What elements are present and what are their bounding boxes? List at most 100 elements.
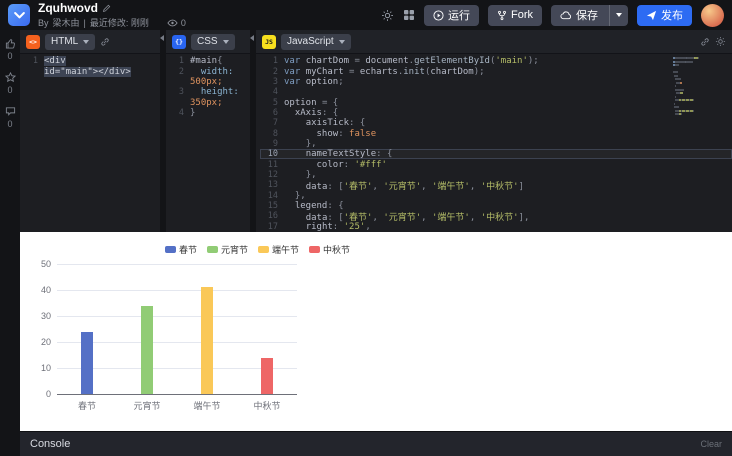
cloud-save-icon bbox=[560, 10, 571, 19]
save-button[interactable]: 保存 bbox=[551, 5, 605, 26]
code-line[interactable]: 7 axisTick: { bbox=[260, 118, 732, 128]
code-line[interactable]: 500px; bbox=[170, 77, 250, 87]
preview-pane: 春节 元宵节 端午节 中秋节 0 10 20 30 40 50 春节 元宵节 端午节 中秋节 bbox=[20, 232, 732, 431]
code-line[interactable]: 1 <div bbox=[24, 56, 160, 67]
byline-by: By bbox=[38, 17, 49, 28]
legend-label: 春节 bbox=[179, 245, 198, 255]
css-code-editor[interactable]: 1 #main{2 width: 500px; 3 height: 350px; 4} bbox=[166, 54, 250, 232]
js-link-icon[interactable] bbox=[700, 37, 710, 47]
line-number: 9 bbox=[272, 138, 278, 149]
html-panel-label: HTML bbox=[51, 36, 79, 47]
publish-label: 发布 bbox=[661, 10, 683, 22]
comment-icon bbox=[5, 107, 15, 116]
line-number: 7 bbox=[272, 118, 278, 129]
collapse-left-icon[interactable] bbox=[250, 35, 254, 41]
code-line[interactable]: 13 data: ['春节', '元宵节', '端午节', '中秋节'] bbox=[260, 180, 732, 192]
line-number: 1 bbox=[32, 56, 38, 67]
js-panel: JS JavaScript 1 var chartDom = document.… bbox=[256, 30, 732, 232]
js-icon: JS bbox=[262, 34, 276, 49]
line-number: 2 bbox=[272, 66, 278, 77]
code-line[interactable]: 350px; bbox=[170, 97, 250, 108]
user-avatar[interactable] bbox=[701, 3, 724, 27]
chart-bar bbox=[201, 287, 213, 394]
fork-label: Fork bbox=[511, 9, 533, 21]
legend-item[interactable]: 端午节 bbox=[258, 243, 299, 256]
star-stat[interactable]: 0 bbox=[4, 72, 16, 95]
caret-down-icon bbox=[616, 13, 622, 17]
minimap-line bbox=[673, 71, 729, 73]
y-axis-label: 10 bbox=[40, 363, 51, 373]
code-line[interactable]: 16 data: ['春节', '元宵节', '端午节', '中秋节'], bbox=[260, 211, 732, 223]
css-panel-select[interactable]: CSS bbox=[191, 33, 235, 50]
code-line[interactable]: 3 var option; bbox=[260, 77, 732, 87]
author-link[interactable]: 梁木由 bbox=[53, 16, 80, 29]
code-line[interactable]: 3 height: bbox=[170, 87, 250, 97]
css-panel-label: CSS bbox=[197, 36, 218, 47]
save-options-caret[interactable] bbox=[609, 4, 628, 26]
legend-item[interactable]: 春节 bbox=[165, 243, 197, 256]
legend-label: 中秋节 bbox=[323, 245, 351, 255]
line-number: 10 bbox=[267, 149, 278, 160]
comment-stat[interactable]: 0 bbox=[5, 106, 16, 129]
minimap-line bbox=[673, 113, 729, 115]
like-stat[interactable]: 0 bbox=[5, 38, 16, 61]
legend-marker-icon bbox=[309, 246, 320, 253]
line-number: 3 bbox=[178, 87, 184, 98]
js-panel-header: JS JavaScript bbox=[256, 30, 732, 54]
code-line[interactable]: 10 nameTextStyle: { bbox=[260, 149, 732, 159]
line-number: 11 bbox=[267, 159, 278, 170]
legend-item[interactable]: 元宵节 bbox=[207, 243, 248, 256]
edit-title-icon[interactable] bbox=[102, 4, 111, 13]
code-line[interactable]: 2 var myChart = echarts.init(chartDom); bbox=[260, 66, 732, 77]
code-line[interactable]: id="main"></div> bbox=[24, 66, 160, 77]
code-line[interactable]: 8 show: false bbox=[260, 128, 732, 139]
fork-icon bbox=[498, 10, 506, 20]
layout-grid-icon[interactable] bbox=[403, 9, 415, 21]
line-number: 4 bbox=[272, 87, 278, 98]
line-number: 2 bbox=[178, 66, 184, 77]
chart-bar bbox=[261, 357, 273, 394]
code-line[interactable]: 5 option = { bbox=[260, 97, 732, 108]
grid-line bbox=[57, 342, 297, 343]
js-code-editor[interactable]: 1 var chartDom = document.getElementById(… bbox=[256, 54, 732, 232]
pen-title: Zquhwovd bbox=[38, 1, 98, 15]
publish-button[interactable]: 发布 bbox=[637, 4, 692, 26]
minimap-line bbox=[673, 57, 729, 59]
js-panel-select[interactable]: JavaScript bbox=[281, 33, 351, 50]
fork-button[interactable]: Fork bbox=[488, 4, 542, 26]
console-clear-button[interactable]: Clear bbox=[700, 439, 722, 449]
y-axis-label: 50 bbox=[40, 259, 51, 269]
settings-gear-icon[interactable] bbox=[381, 9, 394, 22]
code-line[interactable]: 11 color: '#fff' bbox=[260, 159, 732, 170]
console-bar[interactable]: Console Clear bbox=[20, 431, 732, 456]
code-line[interactable]: 2 width: bbox=[170, 66, 250, 77]
minimap-line bbox=[673, 85, 729, 87]
line-number: 16 bbox=[267, 211, 278, 222]
code-line[interactable]: 14 }, bbox=[260, 190, 732, 201]
code-line[interactable]: 6 xAxis: { bbox=[260, 108, 732, 118]
line-number: 8 bbox=[272, 128, 278, 139]
collapse-left-icon[interactable] bbox=[160, 35, 164, 41]
paper-plane-icon bbox=[646, 10, 657, 20]
html-code-editor[interactable]: 1 <div id="main"></div> bbox=[20, 54, 160, 232]
code-line[interactable]: 1 var chartDom = document.getElementById(… bbox=[260, 56, 732, 66]
code-line[interactable]: 17 right: '25', bbox=[260, 222, 732, 232]
code-line[interactable]: 9 }, bbox=[260, 139, 732, 149]
legend-marker-icon bbox=[165, 246, 176, 253]
js-settings-gear-icon[interactable] bbox=[715, 36, 726, 47]
run-button[interactable]: 运行 bbox=[424, 4, 479, 26]
code-minimap[interactable] bbox=[673, 57, 729, 117]
chevron-down-icon bbox=[222, 39, 229, 44]
byline-separator: | bbox=[83, 17, 86, 28]
html-link-icon[interactable] bbox=[100, 37, 110, 47]
x-axis-label: 端午节 bbox=[193, 401, 221, 411]
code-line[interactable]: 4 bbox=[260, 87, 732, 97]
code-line[interactable]: 4} bbox=[170, 108, 250, 118]
code-line[interactable]: 1 #main{ bbox=[170, 56, 250, 66]
js-panel-label: JavaScript bbox=[287, 36, 334, 47]
app-logo[interactable] bbox=[8, 4, 30, 26]
css-panel-header: {} CSS bbox=[166, 30, 250, 54]
legend-item[interactable]: 中秋节 bbox=[309, 243, 350, 256]
html-panel-select[interactable]: HTML bbox=[45, 33, 96, 50]
minimap-line bbox=[673, 95, 729, 98]
